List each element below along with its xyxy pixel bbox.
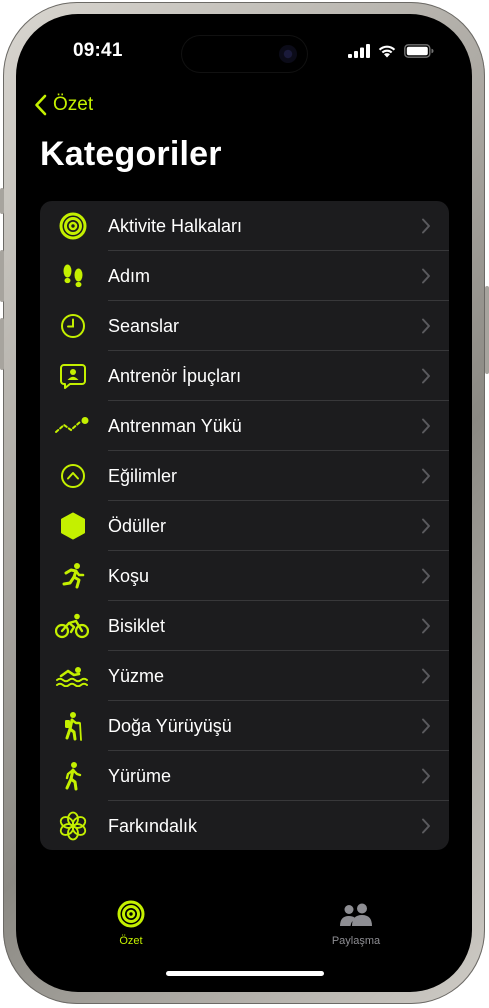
back-button-label: Özet xyxy=(53,94,94,115)
mindfulness-icon xyxy=(58,811,88,841)
coach-message-icon xyxy=(58,362,88,390)
status-icons xyxy=(348,43,434,58)
category-item-swimming[interactable]: Yüzme xyxy=(40,651,449,701)
running-icon xyxy=(58,562,88,590)
swimming-icon xyxy=(55,662,89,690)
status-time: 09:41 xyxy=(73,40,123,61)
side-button-power xyxy=(485,286,489,374)
category-item-mindfulness[interactable]: Farkındalık xyxy=(40,801,449,850)
cellular-signal-icon xyxy=(348,43,370,58)
category-item-trends[interactable]: Eğilimler xyxy=(40,451,449,501)
chevron-right-icon xyxy=(422,718,430,734)
category-label: Doğa Yürüyüşü xyxy=(108,716,232,736)
chevron-right-icon xyxy=(422,768,430,784)
tab-summary[interactable]: Özet xyxy=(81,900,181,947)
category-item-cycling[interactable]: Bisiklet xyxy=(40,601,449,651)
chevron-right-icon xyxy=(422,518,430,534)
category-item-awards[interactable]: Ödüller xyxy=(40,501,449,551)
category-item-walking[interactable]: Yürüme xyxy=(40,751,449,801)
category-label: Koşu xyxy=(108,566,150,586)
category-label: Farkındalık xyxy=(108,816,198,836)
training-load-icon xyxy=(54,412,90,440)
category-label: Yürüme xyxy=(108,766,172,786)
category-label: Bisiklet xyxy=(108,616,166,636)
chevron-right-icon xyxy=(422,218,430,234)
activity-rings-icon xyxy=(117,900,145,928)
tab-sharing[interactable]: Paylaşma xyxy=(306,902,406,947)
battery-icon xyxy=(404,43,434,58)
dynamic-island xyxy=(182,36,307,72)
activity-rings-icon xyxy=(58,212,88,240)
wifi-icon xyxy=(378,45,396,58)
chevron-right-icon xyxy=(422,618,430,634)
status-bar: 09:41 xyxy=(16,14,472,84)
side-button-action xyxy=(0,188,4,214)
tab-bar: Özet Paylaşma xyxy=(16,894,472,954)
awards-icon xyxy=(58,512,88,540)
home-indicator[interactable] xyxy=(166,971,324,976)
category-item-training-load[interactable]: Antrenman Yükü xyxy=(40,401,449,451)
category-label: Eğilimler xyxy=(108,466,178,486)
chevron-right-icon xyxy=(422,468,430,484)
category-label: Ödüller xyxy=(108,516,167,536)
chevron-right-icon xyxy=(422,418,430,434)
category-label: Antrenör İpuçları xyxy=(108,366,242,386)
category-item-hiking[interactable]: Doğa Yürüyüşü xyxy=(40,701,449,751)
category-item-steps[interactable]: Adım xyxy=(40,251,449,301)
side-button-volume-up xyxy=(0,250,4,302)
category-label: Antrenman Yükü xyxy=(108,416,242,436)
hiking-icon xyxy=(58,712,88,741)
category-item-running[interactable]: Koşu xyxy=(40,551,449,601)
page-title: Kategoriler xyxy=(40,135,222,173)
category-item-activity-rings[interactable]: Aktivite Halkaları xyxy=(40,201,449,251)
chevron-right-icon xyxy=(422,318,430,334)
category-label: Adım xyxy=(108,266,151,286)
people-icon xyxy=(340,903,372,926)
category-label: Aktivite Halkaları xyxy=(108,216,243,236)
tab-label: Özet xyxy=(119,935,143,947)
trends-icon xyxy=(58,462,88,490)
category-item-sessions[interactable]: Seanslar xyxy=(40,301,449,351)
category-item-coaching-tips[interactable]: Antrenör İpuçları xyxy=(40,351,449,401)
walking-icon xyxy=(58,762,88,791)
back-button[interactable]: Özet xyxy=(34,94,93,116)
category-list: Aktivite Halkaları Adım Seanslar Antrenö… xyxy=(40,201,449,850)
footprints-icon xyxy=(58,262,88,290)
chevron-left-icon xyxy=(35,94,47,116)
category-label: Yüzme xyxy=(108,666,165,686)
side-button-volume-down xyxy=(0,318,4,370)
chevron-right-icon xyxy=(422,568,430,584)
chevron-right-icon xyxy=(422,268,430,284)
chevron-right-icon xyxy=(422,368,430,384)
camera-icon xyxy=(279,45,297,63)
category-label: Seanslar xyxy=(108,316,180,336)
screen: 09:41 Özet Kategoriler Aktivite Halkalar… xyxy=(16,14,472,992)
tab-label: Paylaşma xyxy=(331,935,381,947)
chevron-right-icon xyxy=(422,818,430,834)
clock-icon xyxy=(58,312,88,340)
cycling-icon xyxy=(55,612,89,640)
chevron-right-icon xyxy=(422,668,430,684)
